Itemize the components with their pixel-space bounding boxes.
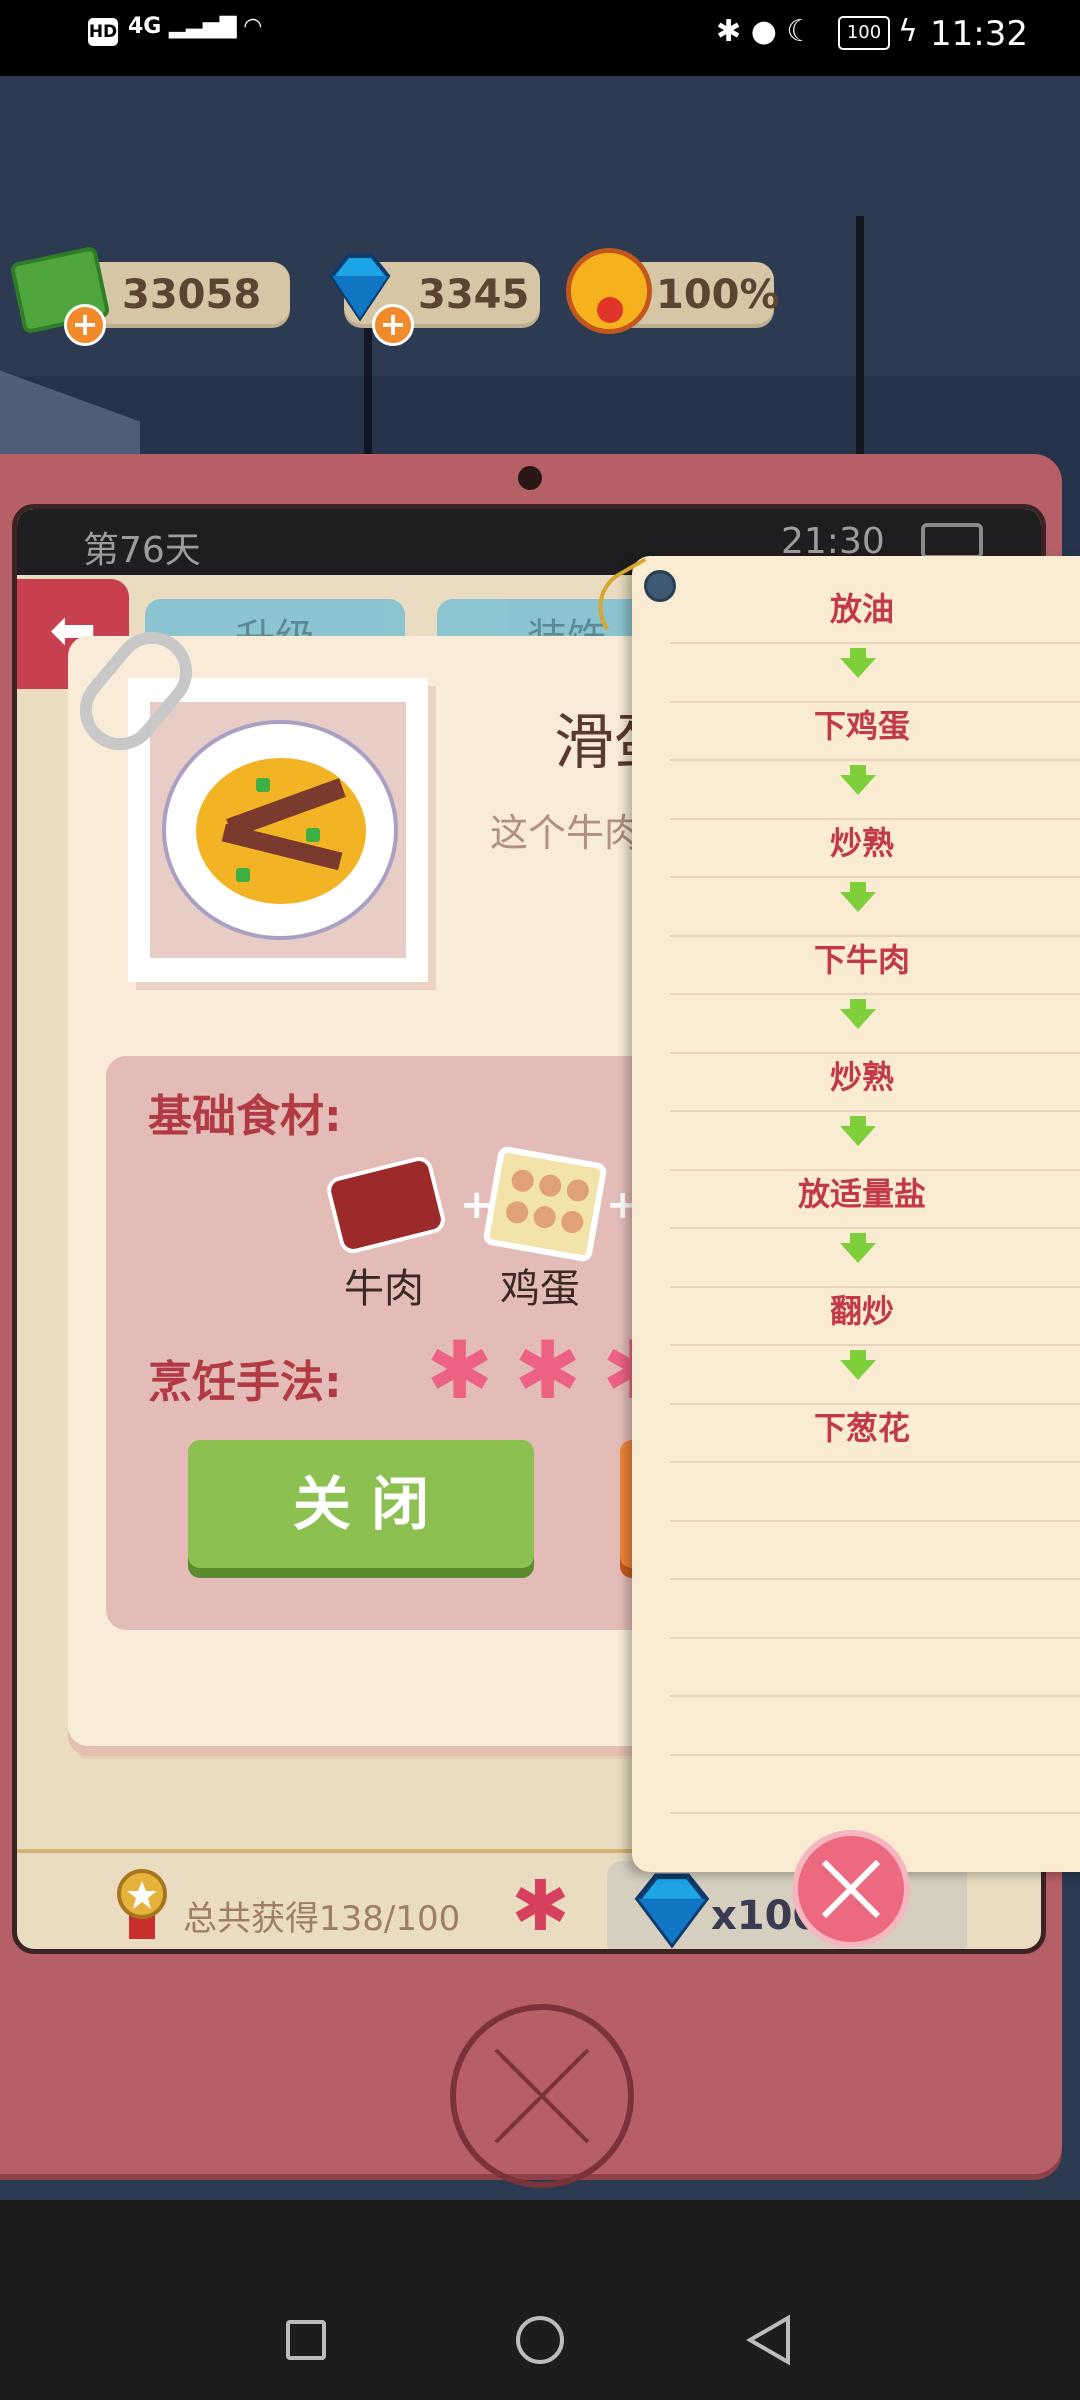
dish-food-image	[196, 758, 366, 904]
location-icon: ●	[750, 14, 777, 49]
down-arrow-icon	[840, 775, 876, 795]
down-arrow-icon	[850, 1350, 866, 1360]
signal-bars-icon: ▂▃▅▇	[169, 14, 237, 39]
close-button[interactable]: 关 闭	[188, 1440, 534, 1568]
down-arrow-icon	[850, 648, 866, 658]
home-nav-button[interactable]	[516, 2316, 564, 2364]
back-nav-button[interactable]	[744, 2314, 794, 2370]
down-arrow-icon	[840, 1009, 876, 1029]
reward-total: 总共获得138/100	[183, 1899, 461, 1939]
ruled-line	[670, 1636, 1080, 1639]
down-arrow-icon	[840, 658, 876, 678]
gem-icon	[627, 1865, 717, 1949]
camera-dot	[518, 466, 542, 490]
moon-icon: ☾	[786, 14, 814, 49]
ruled-line	[670, 876, 1080, 878]
ruled-line	[670, 642, 1080, 644]
signal-icon: 4G ▂▃▅▇ ◠	[128, 14, 261, 39]
mood-value: 100%	[656, 272, 780, 318]
charging-icon: ϟ	[898, 14, 918, 49]
ruled-line	[670, 1344, 1080, 1346]
down-arrow-icon	[840, 1126, 876, 1146]
network-type: 4G	[128, 14, 162, 39]
down-arrow-icon	[850, 999, 866, 1009]
ruled-line	[670, 759, 1080, 761]
bluetooth-icon: ✱	[716, 14, 742, 49]
ruled-line	[670, 1110, 1080, 1112]
recents-button[interactable]	[286, 2320, 326, 2360]
procedure-step: 下葱花	[813, 1409, 910, 1447]
clock: 11:32	[930, 14, 1028, 54]
ruled-line	[670, 1519, 1080, 1522]
procedure-step: 炒熟	[829, 1058, 894, 1096]
ruled-line	[670, 1695, 1080, 1697]
battery-icon	[921, 523, 983, 559]
pole	[856, 216, 864, 456]
down-arrow-icon	[850, 882, 866, 892]
navigation-bar	[0, 2200, 1080, 2400]
add-gem-button[interactable]: +	[372, 304, 414, 346]
ingredient-beef-label: 牛肉	[344, 1266, 424, 1312]
down-arrow-icon	[840, 892, 876, 912]
recipe-card: 滑蛋 这个牛肉 基础食材: + + 牛肉 鸡蛋 烹饪手法: ✱ ✱ ✱ 关 闭	[63, 615, 740, 1746]
happy-face-icon	[566, 248, 652, 334]
gem-value: 3345	[418, 272, 530, 318]
ruled-line	[670, 993, 1080, 995]
technique-star-icon: ✱	[514, 1324, 582, 1417]
down-arrow-icon	[840, 1243, 876, 1263]
star-icon: ✱	[511, 1865, 570, 1947]
procedure-steps: 放油 下鸡蛋 炒熟 下牛肉 炒熟 放适量盐 翻炒 下葱花	[632, 556, 1080, 1872]
procedure-step: 下牛肉	[813, 941, 910, 979]
wifi-icon: ◠	[244, 14, 262, 39]
procedure-step: 下鸡蛋	[813, 707, 910, 745]
home-button[interactable]	[450, 2004, 634, 2188]
down-arrow-icon	[850, 765, 866, 775]
status-bar: HD 4G ▂▃▅▇ ◠ ✱ ● ☾ 100 ϟ 11:32	[0, 0, 1080, 76]
down-arrow-icon	[840, 1360, 876, 1380]
eggs-icon	[482, 1145, 608, 1263]
add-cash-button[interactable]: +	[64, 304, 106, 346]
dish-photo-frame	[128, 678, 428, 982]
ruled-line	[670, 1812, 1080, 1814]
base-ingredients-label: 基础食材:	[148, 1091, 342, 1142]
dish-plate	[162, 720, 398, 940]
day-counter: 第76天	[83, 530, 201, 571]
battery-icon: 100	[838, 16, 890, 50]
ingredient-egg-label: 鸡蛋	[500, 1266, 580, 1312]
status-icons: ✱ ● ☾	[716, 14, 813, 49]
beef-icon	[324, 1154, 448, 1256]
procedure-step: 翻炒	[829, 1292, 894, 1330]
recipe-description: 这个牛肉	[490, 811, 643, 855]
procedure-step: 炒熟	[829, 824, 894, 862]
ruled-line	[670, 1227, 1080, 1229]
procedure-step: 放适量盐	[797, 1175, 926, 1213]
procedure-step: 放油	[829, 590, 894, 628]
medal-icon	[117, 1869, 167, 1939]
cash-value: 33058	[122, 272, 262, 318]
technique-star-icon: ✱	[426, 1324, 494, 1417]
close-note-button[interactable]	[792, 1830, 910, 1948]
down-arrow-icon	[850, 1116, 866, 1126]
technique-label: 烹饪手法:	[148, 1357, 342, 1408]
down-arrow-icon	[850, 1233, 866, 1243]
hd-icon: HD	[88, 18, 118, 46]
ruled-line	[670, 1578, 1080, 1580]
ruled-line	[670, 1461, 1080, 1463]
ruled-line	[670, 1753, 1080, 1756]
